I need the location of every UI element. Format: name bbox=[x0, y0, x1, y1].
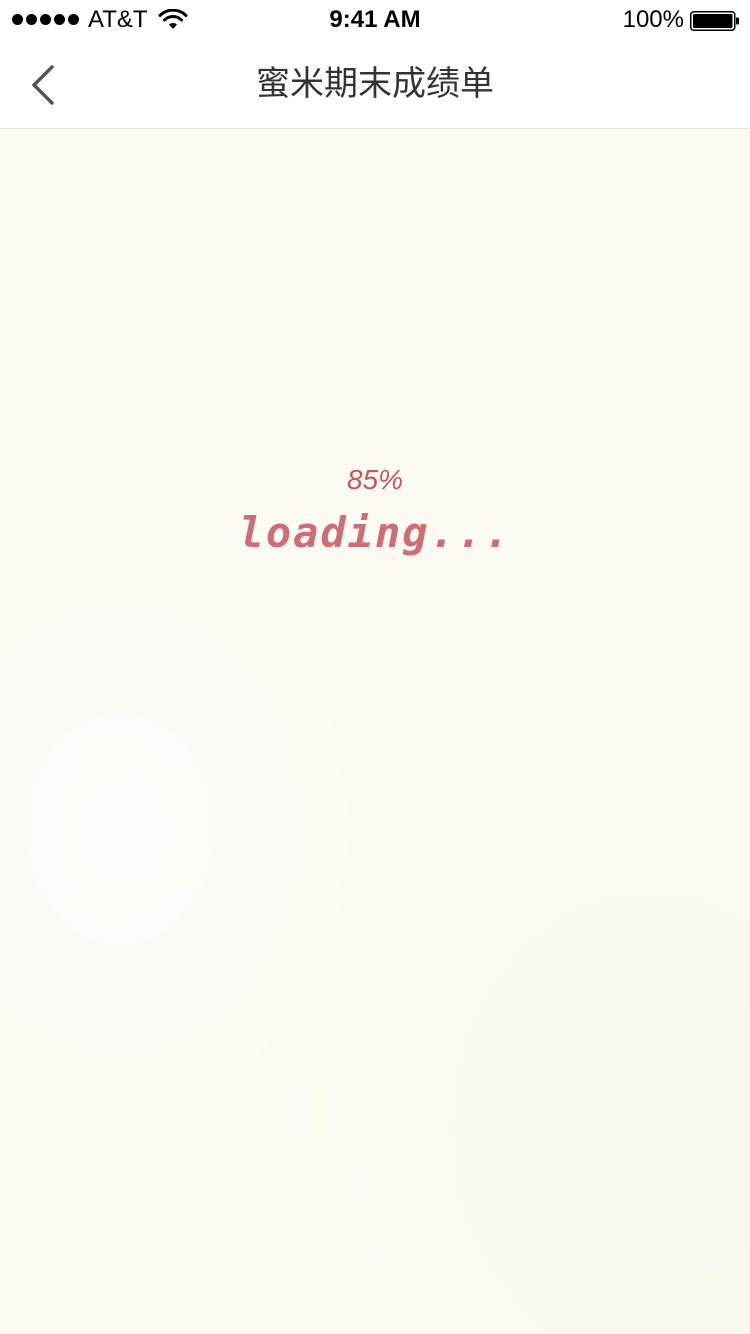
status-bar: AT&T 9:41 AM 100% bbox=[0, 0, 750, 40]
nav-bar: 蜜米期末成绩单 bbox=[0, 40, 750, 129]
chevron-left-icon bbox=[32, 65, 54, 105]
loading-screen: 85% loading... bbox=[0, 129, 750, 1334]
page-title: 蜜米期末成绩单 bbox=[256, 64, 494, 104]
battery-percent: 100% bbox=[622, 6, 684, 33]
back-button[interactable] bbox=[18, 58, 70, 110]
battery-icon bbox=[690, 11, 739, 31]
loading-label: loading... bbox=[238, 508, 512, 557]
progress-percent: 85% bbox=[346, 464, 404, 495]
